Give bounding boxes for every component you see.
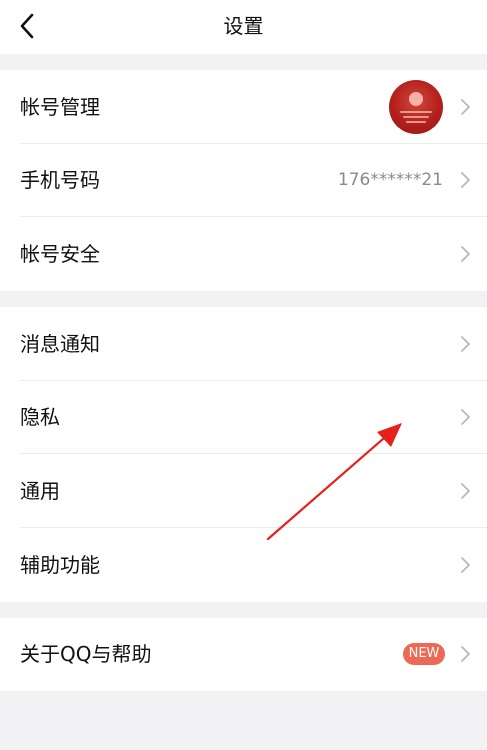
row-phone-number[interactable]: 手机号码 176******21 <box>0 144 487 217</box>
row-label: 消息通知 <box>20 332 100 356</box>
settings-group-general: 消息通知 隐私 通用 辅助功能 <box>0 307 487 602</box>
row-label: 手机号码 <box>20 168 100 192</box>
row-label: 关于QQ与帮助 <box>20 642 152 666</box>
avatar <box>389 80 443 134</box>
row-label: 通用 <box>20 479 60 503</box>
row-accessibility[interactable]: 辅助功能 <box>0 528 487 602</box>
row-account-management[interactable]: 帐号管理 <box>0 70 487 144</box>
settings-group-account: 帐号管理 手机号码 176******21 帐号安全 <box>0 70 487 291</box>
row-account-security[interactable]: 帐号安全 <box>0 217 487 291</box>
row-label: 辅助功能 <box>20 553 100 577</box>
settings-group-about: 关于QQ与帮助 NEW <box>0 618 487 691</box>
chevron-right-icon <box>461 336 470 352</box>
row-privacy[interactable]: 隐私 <box>0 381 487 454</box>
row-about-qq-help[interactable]: 关于QQ与帮助 NEW <box>0 618 487 691</box>
chevron-right-icon <box>461 483 470 499</box>
chevron-right-icon <box>461 557 470 573</box>
phone-number-value: 176******21 <box>337 170 443 190</box>
row-general[interactable]: 通用 <box>0 454 487 528</box>
row-label: 帐号安全 <box>20 242 100 266</box>
chevron-right-icon <box>461 409 470 425</box>
row-label: 隐私 <box>20 405 60 429</box>
new-badge: NEW <box>403 643 445 665</box>
page-title: 设置 <box>223 14 264 38</box>
row-notifications[interactable]: 消息通知 <box>0 307 487 381</box>
chevron-right-icon <box>461 99 470 115</box>
chevron-right-icon <box>461 172 470 188</box>
chevron-left-icon <box>20 13 34 39</box>
chevron-right-icon <box>461 646 470 662</box>
back-button[interactable] <box>14 11 42 41</box>
navigation-bar: 设置 <box>0 0 487 54</box>
chevron-right-icon <box>461 246 470 262</box>
row-label: 帐号管理 <box>20 95 100 119</box>
